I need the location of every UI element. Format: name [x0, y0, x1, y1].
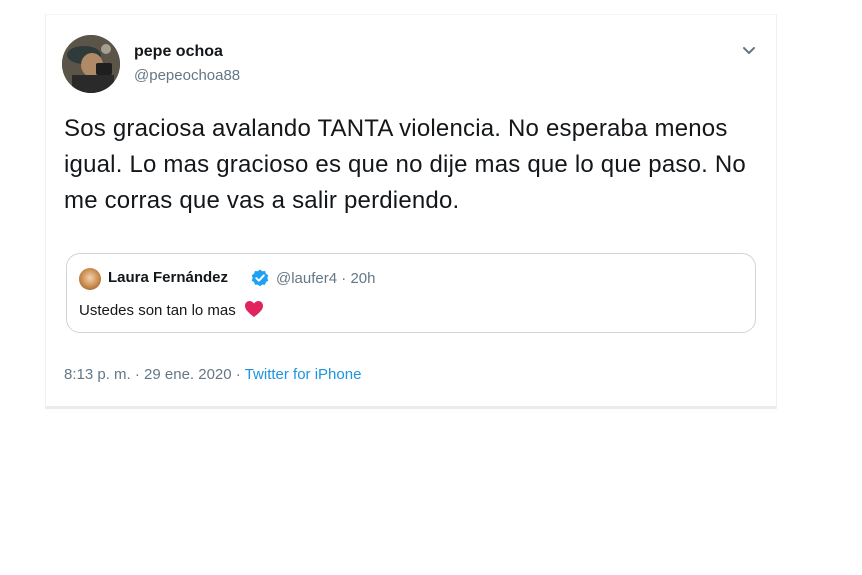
verified-badge-icon: [251, 269, 269, 287]
quoted-author-avatar[interactable]: [79, 268, 101, 290]
page: pepe ochoa @pepeochoa88 Sos graciosa ava…: [0, 0, 862, 575]
meta-separator: ·: [235, 366, 241, 383]
tweet-source-link[interactable]: Twitter for iPhone: [245, 366, 362, 383]
quoted-tweet-text-row: Ustedes son tan lo mas: [79, 300, 264, 319]
tweet-card: pepe ochoa @pepeochoa88 Sos graciosa ava…: [45, 14, 777, 409]
author-display-name[interactable]: pepe ochoa: [134, 43, 223, 61]
author-avatar[interactable]: [62, 35, 120, 93]
quoted-author-meta: @laufer4 · 20h: [276, 270, 375, 287]
avatar-photo-icon: [62, 35, 120, 93]
tweet-text: Sos graciosa avalando TANTA violencia. N…: [64, 115, 746, 214]
quoted-author-display-name[interactable]: Laura Fernández: [108, 269, 228, 286]
author-handle[interactable]: @pepeochoa88: [134, 67, 240, 84]
quoted-tweet-age[interactable]: 20h: [350, 270, 375, 287]
tweet-menu-button[interactable]: [740, 41, 758, 59]
quoted-tweet-text: Ustedes son tan lo mas: [79, 302, 236, 319]
tweet-meta: 8:13 p. m. · 29 ene. 2020 · Twitter for …: [64, 366, 361, 383]
meta-separator: ·: [341, 270, 347, 287]
quoted-author-handle[interactable]: @laufer4: [276, 270, 337, 287]
quoted-tweet[interactable]: Laura Fernández @laufer4 · 20h Ustedes s…: [66, 253, 756, 333]
chevron-down-icon: [743, 47, 755, 54]
red-heart-icon: [244, 301, 263, 317]
tweet-timestamp[interactable]: 8:13 p. m. · 29 ene. 2020: [64, 366, 232, 383]
